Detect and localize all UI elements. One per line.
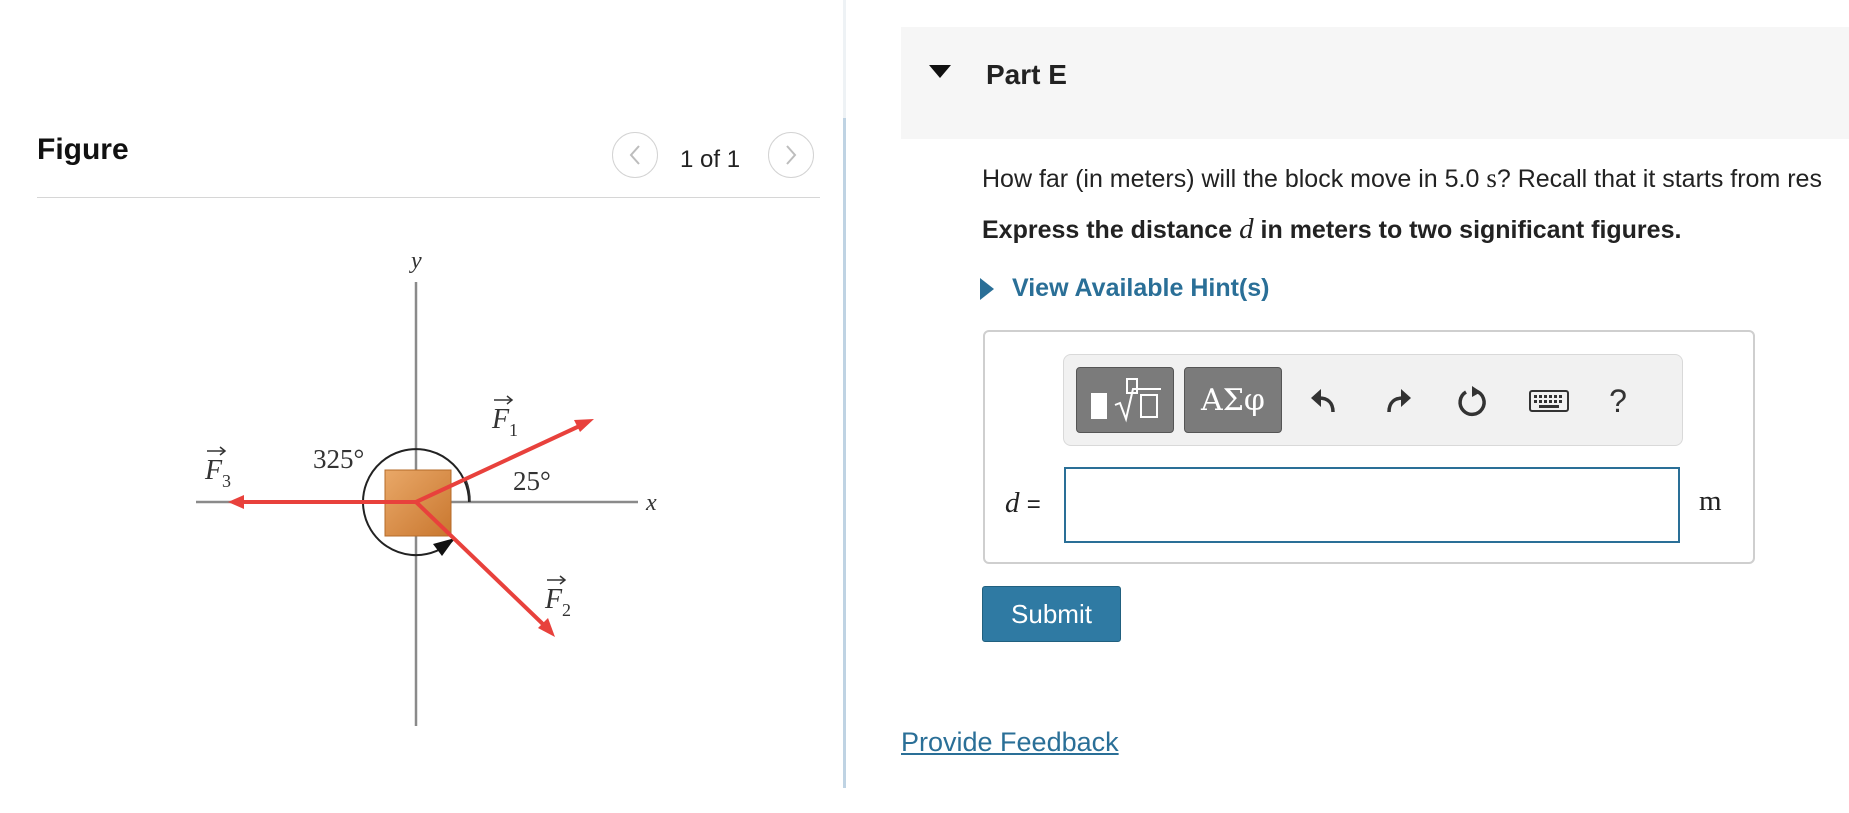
help-button[interactable]: ?	[1598, 381, 1638, 421]
question-text: How far (in meters) will the block move …	[982, 163, 1822, 194]
force-label-f3: F 3	[204, 446, 231, 491]
caret-right-icon	[980, 277, 994, 300]
undo-icon	[1311, 389, 1335, 413]
panel-splitter-top	[843, 0, 846, 118]
svg-text:F: F	[204, 455, 223, 486]
question-suffix: ? Recall that it starts from res	[1496, 165, 1822, 193]
reset-icon	[1458, 386, 1486, 417]
force-label-f2: F 2	[544, 575, 571, 620]
keyboard-icon	[1529, 390, 1569, 412]
force-f3-arrowhead	[228, 495, 244, 509]
instruction-variable: d	[1239, 213, 1254, 245]
x-axis-label: x	[645, 490, 657, 516]
view-hints-toggle[interactable]: View Available Hint(s)	[980, 274, 1269, 303]
instruction-text: Express the distance d in meters to two …	[982, 213, 1681, 246]
svg-text:1: 1	[509, 420, 518, 440]
angle-label-25: 25°	[513, 466, 551, 496]
force-label-f1: F 1	[491, 395, 518, 440]
question-unit: s	[1486, 163, 1497, 193]
answer-variable: d	[1005, 487, 1020, 519]
answer-variable-label: d =	[1005, 487, 1041, 520]
math-toolbar: ΑΣφ ?	[1063, 354, 1683, 446]
submit-button[interactable]: Submit	[982, 586, 1121, 642]
instruction-prefix: Express the distance	[982, 216, 1233, 244]
force-f1-arrowhead	[574, 419, 594, 432]
greek-symbols-button[interactable]: ΑΣφ	[1184, 367, 1282, 433]
reset-button[interactable]	[1452, 381, 1492, 421]
hints-label: View Available Hint(s)	[1012, 274, 1270, 302]
answer-box: ΑΣφ ? d = m	[983, 330, 1755, 564]
instruction-suffix: in meters to two significant figures.	[1260, 216, 1682, 244]
force-diagram: y x 325° 25° F 1 F 2 F 3	[196, 248, 657, 726]
part-header[interactable]: Part E	[901, 27, 1849, 139]
undo-button[interactable]	[1304, 381, 1344, 421]
answer-unit: m	[1699, 485, 1722, 517]
radical-template-icon	[1091, 378, 1161, 423]
svg-text:F: F	[544, 584, 563, 615]
caret-down-icon	[929, 65, 951, 78]
svg-text:2: 2	[562, 600, 571, 620]
greek-symbols-label: ΑΣφ	[1201, 382, 1265, 418]
redo-button[interactable]	[1378, 381, 1418, 421]
redo-icon	[1387, 389, 1411, 413]
help-label: ?	[1609, 382, 1627, 419]
keyboard-button[interactable]	[1524, 381, 1574, 421]
templates-button[interactable]	[1076, 367, 1174, 433]
answer-input[interactable]	[1064, 467, 1680, 543]
angle-arc-arrowhead	[433, 538, 455, 556]
svg-text:F: F	[491, 404, 510, 435]
panel-splitter[interactable]	[843, 118, 846, 788]
force-f2-line	[414, 500, 549, 630]
y-axis-label: y	[409, 248, 422, 274]
answer-equals: =	[1026, 491, 1041, 518]
svg-text:3: 3	[222, 471, 231, 491]
question-prefix: How far (in meters) will the block move …	[982, 165, 1480, 193]
part-title: Part E	[986, 59, 1067, 90]
provide-feedback-link[interactable]: Provide Feedback	[901, 727, 1119, 758]
angle-label-325: 325°	[313, 444, 364, 474]
